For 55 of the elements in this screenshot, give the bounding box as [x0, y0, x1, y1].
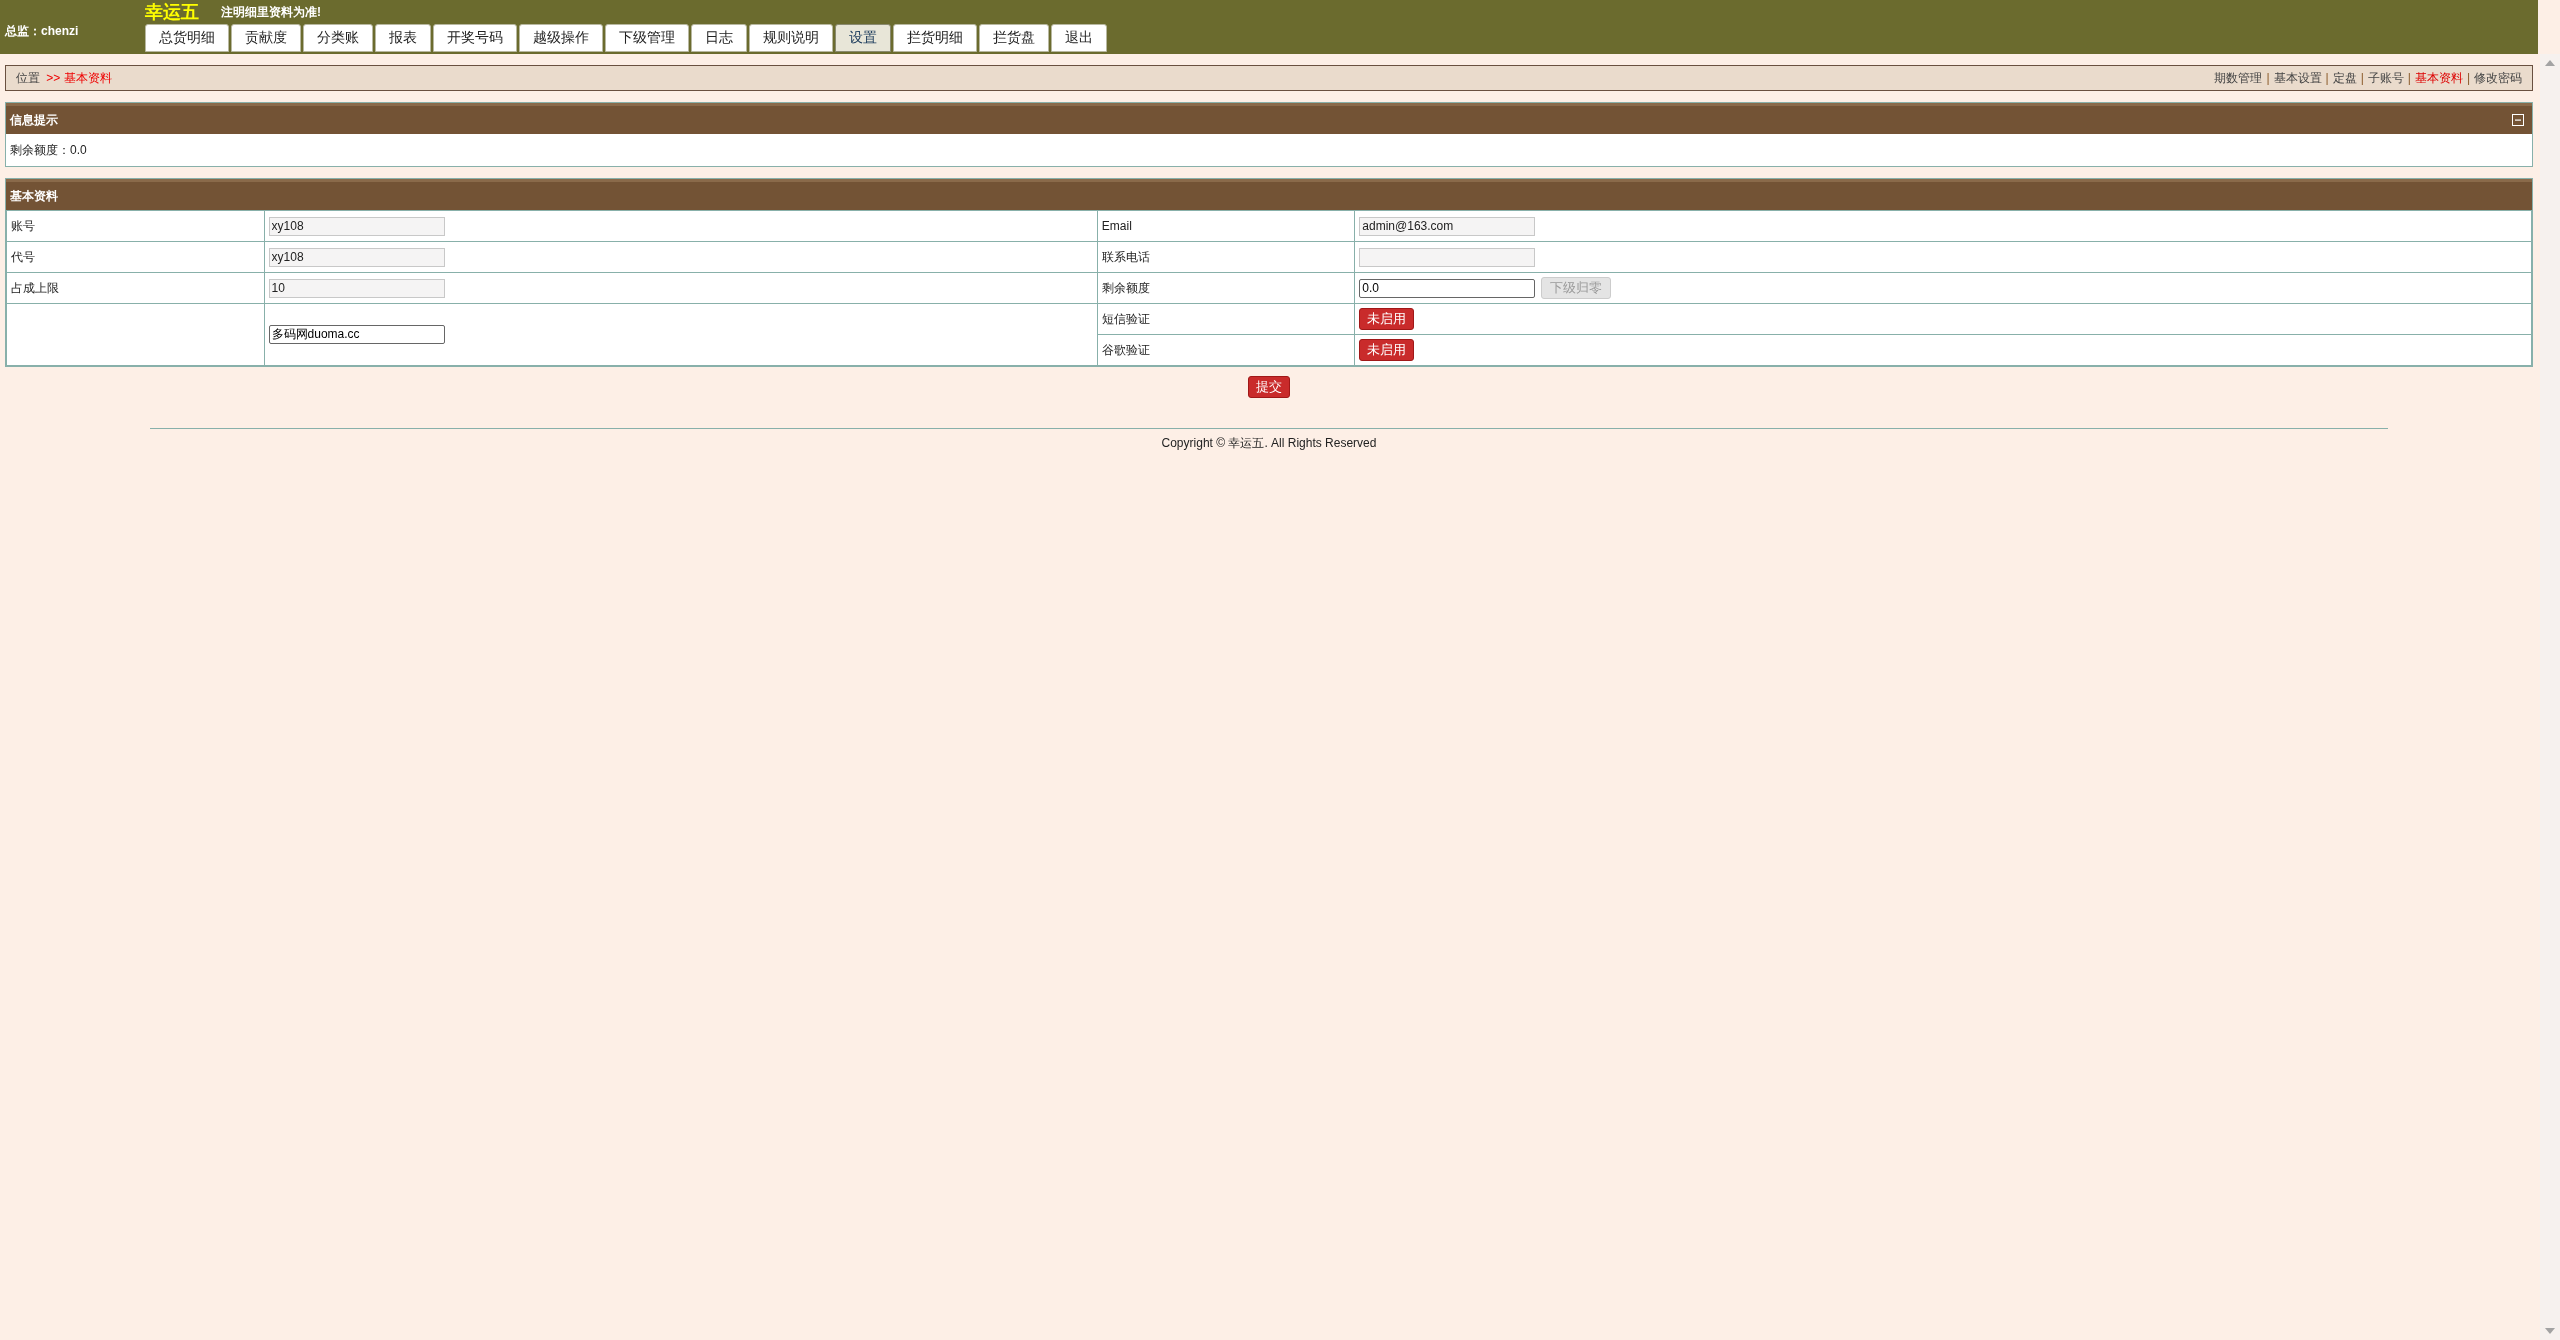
nav-tab[interactable]: 开奖号码 — [433, 24, 517, 52]
input-field[interactable]: 0.0 — [1359, 278, 1536, 298]
readonly-field[interactable]: 10 — [268, 278, 445, 298]
readonly-field[interactable]: xy108 — [268, 216, 445, 236]
submit-button[interactable]: 提交 — [1248, 376, 1290, 398]
nav-tab[interactable]: 越级操作 — [519, 24, 603, 52]
status-button[interactable]: 未启用 — [1359, 308, 1415, 330]
separator: | — [2466, 71, 2470, 85]
nav-tab[interactable]: 退出 — [1051, 24, 1107, 52]
logo-text: 幸运五 — [145, 0, 199, 24]
breadcrumb-current: >> 基本资料 — [46, 70, 112, 85]
separator: | — [2407, 71, 2411, 85]
field-label: 谷歌验证 — [1101, 342, 1150, 357]
nav-tab[interactable]: 设置 — [835, 24, 891, 52]
breadcrumb-label: 位置 — [16, 70, 40, 85]
field-label: 联系电话 — [1101, 249, 1150, 264]
separator: | — [2266, 71, 2270, 85]
nav-tab[interactable]: 分类账 — [303, 24, 373, 52]
nav-tab[interactable]: 规则说明 — [749, 24, 833, 52]
settings-link[interactable]: 修改密码 — [2474, 69, 2522, 87]
user-label: 总监： — [5, 22, 41, 40]
field-label: 账号 — [11, 218, 35, 233]
panel-title: 基本资料 — [10, 187, 58, 205]
collapse-icon[interactable] — [2512, 114, 2524, 126]
field-label: Email — [1101, 219, 1132, 233]
readonly-field[interactable]: xy108 — [268, 247, 445, 267]
nav-tab[interactable]: 下级管理 — [605, 24, 689, 52]
nav-tab[interactable]: 报表 — [375, 24, 431, 52]
settings-link[interactable]: 子账号 — [2367, 69, 2404, 87]
scroll-up-icon[interactable] — [2545, 60, 2555, 66]
readonly-field[interactable] — [1359, 247, 1536, 267]
settings-link[interactable]: 定盘 — [2332, 69, 2357, 87]
status-button[interactable]: 未启用 — [1359, 339, 1415, 361]
balance-text: 剩余额度：0.0 — [10, 141, 87, 159]
settings-link[interactable]: 基本资料 — [2414, 69, 2463, 87]
field-label: 短信验证 — [1101, 311, 1150, 326]
notice-text: 注明细里资料为准! — [221, 3, 321, 21]
nav-tab[interactable]: 日志 — [691, 24, 747, 52]
panel-title: 信息提示 — [10, 111, 58, 129]
scroll-down-icon[interactable] — [2545, 1328, 2555, 1334]
readonly-field[interactable]: admin@163.com — [1359, 216, 1536, 236]
settings-link[interactable]: 基本设置 — [2273, 69, 2322, 87]
nav-tab[interactable]: 总货明细 — [145, 24, 229, 52]
settings-link[interactable]: 期数管理 — [2214, 69, 2263, 87]
field-label: 剩余额度 — [1101, 280, 1150, 295]
copyright-text: Copyright © 幸运五. All Rights Reserved — [1161, 436, 1377, 450]
nav-tab[interactable]: 拦货盘 — [979, 24, 1049, 52]
nav-tab[interactable]: 贡献度 — [231, 24, 301, 52]
field-label: 占成上限 — [11, 280, 59, 295]
field-label: 代号 — [11, 249, 35, 264]
input-field[interactable]: 多码网duoma.cc — [268, 325, 445, 344]
separator: | — [2360, 71, 2364, 85]
separator: | — [2325, 71, 2329, 85]
nav-tab[interactable]: 拦货明细 — [893, 24, 977, 52]
user-name: chenzi — [41, 24, 79, 38]
